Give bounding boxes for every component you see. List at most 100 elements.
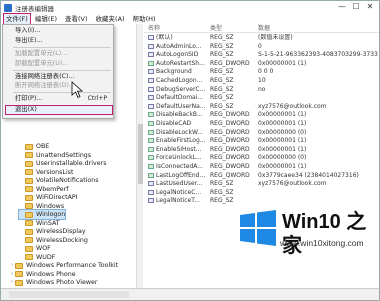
column-header-type[interactable]: 类型 (210, 24, 222, 33)
value-row[interactable]: DisableLockW... REG_DWORD 0x00000000 (0) (144, 129, 379, 138)
menu-separator (13, 92, 111, 93)
window-title: 注册表编辑器 (15, 4, 54, 13)
string-value-icon (148, 181, 154, 187)
menu-favorites[interactable]: 收藏夹(A) (92, 14, 129, 24)
value-row[interactable]: LegalNoticeT... REG_SZ (144, 197, 379, 206)
value-name-cell: DisableCAD (148, 120, 208, 129)
value-type: REG_SZ (210, 51, 234, 59)
value-data: 0x00000001 (1) (258, 120, 307, 127)
menu-view[interactable]: 查看(V) (61, 14, 92, 24)
value-name-cell: LegalNoticeT... (148, 197, 208, 206)
binary-value-icon (148, 146, 154, 152)
value-data: 10 (258, 77, 266, 84)
value-name: DefaultUserNa... (156, 102, 206, 110)
watermark: Win10 之家 www.win10xitong.com (238, 206, 378, 276)
value-row[interactable]: DebugServerC... REG_SZ no (144, 86, 379, 95)
file-menu-dropdown: 导入(I)... 导出(E)... 加载配置单元(L)... 卸载配置单元(U)… (2, 24, 114, 119)
value-type: REG_SZ (210, 180, 234, 188)
menu-item-exit[interactable]: 退出(X) (5, 105, 113, 115)
value-type: REG_SZ (210, 85, 234, 93)
menu-help[interactable]: 帮助(H) (129, 14, 160, 24)
folder-icon (25, 228, 33, 235)
string-value-icon (148, 198, 154, 204)
value-row[interactable]: IsConnectedA... REG_DWORD 0x00000001 (1) (144, 163, 379, 172)
value-name: ForceUnlockL... (156, 154, 202, 162)
value-name: DefaultDomai... (156, 94, 204, 102)
value-row[interactable]: CachedLogon... REG_SZ 10 (144, 77, 379, 86)
close-button[interactable]: ✕ (363, 2, 377, 12)
value-row[interactable]: EnableSIHost... REG_DWORD 0x00000001 (1) (144, 146, 379, 155)
folder-icon (25, 254, 33, 260)
value-name-cell: LastUsedUser... (148, 180, 208, 189)
string-value-icon (148, 103, 154, 109)
value-name-cell: EnableSIHost... (148, 146, 208, 155)
menu-item-print[interactable]: 打印(P)... (15, 95, 42, 103)
tree-vertical-scrollbar[interactable] (136, 24, 143, 288)
value-row[interactable]: AutoAdminLo... REG_SZ 0 (144, 43, 379, 52)
windows-logo-icon (240, 210, 276, 246)
value-name: Background (156, 68, 192, 76)
value-row[interactable]: DefaultUserNa... REG_SZ xyz7576@outlook.co… (144, 103, 379, 112)
value-name: LastUsedUser... (156, 180, 203, 188)
value-name: AutoRestartSh... (156, 59, 205, 67)
folder-icon (15, 271, 23, 277)
value-row[interactable]: DisableCAD REG_DWORD 0x00000001 (1) (144, 120, 379, 129)
binary-value-icon (148, 138, 154, 144)
value-type: REG_DWORD (210, 120, 250, 127)
value-row[interactable]: AutoLogonSID REG_SZ S-1-5-21-963362393-408… (144, 51, 379, 60)
value-name-cell: DefaultUserNa... (148, 103, 208, 112)
value-name-cell: CachedLogon... (148, 77, 208, 86)
value-name-cell: ForceUnlockL... (148, 154, 208, 163)
menu-item-export[interactable]: 导出(E)... (15, 37, 43, 45)
value-name-cell: AutoLogonSID (148, 51, 208, 60)
folder-icon (25, 143, 33, 150)
value-type: REG_SZ (210, 188, 234, 196)
column-header-data[interactable]: 数据 (258, 24, 270, 33)
value-type: REG_SZ (210, 77, 234, 84)
menu-item-import[interactable]: 导入(I)... (15, 27, 40, 35)
value-data: (数值未设置) (258, 34, 293, 41)
value-type: REG_DWORD (210, 145, 250, 153)
value-type: REG_SZ (210, 94, 234, 102)
watermark-brand: Win10 之家 (282, 211, 367, 257)
menu-item-connect-network-registry[interactable]: 连接网络注册表(C)... (15, 73, 74, 81)
value-type: REG_QWORD (210, 171, 250, 179)
binary-value-icon (148, 155, 154, 161)
column-header-name[interactable]: 名称 (148, 24, 160, 33)
string-value-icon (148, 78, 154, 83)
value-row[interactable]: DisableBackB... REG_DWORD 0x00000001 (1) (144, 111, 379, 120)
value-name: AutoAdminLo... (156, 42, 202, 50)
value-row[interactable]: EnableFirstLog... REG_DWORD 0x00000001 (1) (144, 137, 379, 146)
string-value-icon (148, 189, 154, 195)
binary-value-icon (148, 60, 154, 66)
menu-item-disconnect-network-registry[interactable]: 断开网络注册表(D)... (15, 82, 75, 90)
value-row[interactable]: Background REG_SZ 0 0 0 (144, 68, 379, 77)
scrollbar-thumb[interactable] (138, 124, 143, 184)
value-row[interactable]: ForceUnlockL... REG_DWORD 0x00000000 (0) (144, 154, 379, 163)
menu-item-unload-hive[interactable]: 卸载配置单元(U)... (15, 60, 68, 68)
value-type: REG_SZ (210, 42, 234, 50)
maximize-button[interactable]: ☐ (349, 2, 363, 12)
string-value-icon (148, 43, 154, 49)
value-name-cell: AutoRestartSh... (148, 60, 208, 69)
value-name-cell: LegalNoticeC... (148, 189, 208, 198)
string-value-icon (148, 35, 154, 40)
value-data: S-1-5-21-963362393-4083703299-3733953804… (258, 51, 378, 59)
binary-value-icon (148, 164, 154, 169)
value-row[interactable]: (默认) REG_SZ (数值未设置) (144, 34, 379, 43)
folder-icon (25, 245, 33, 252)
value-row[interactable]: DefaultDomai... REG_SZ (144, 94, 379, 103)
menu-item-load-hive[interactable]: 加载配置单元(L)... (15, 50, 67, 58)
value-row[interactable]: LastUsedUser... REG_SZ xyz7576@outlook.com (144, 180, 379, 189)
value-row[interactable]: LastLogOffEnd... REG_QWORD 0x3779caee34 (2… (144, 172, 379, 181)
value-type: REG_SZ (210, 102, 234, 110)
value-name: (默认) (156, 34, 173, 41)
value-row[interactable]: AutoRestartSh... REG_DWORD 0x00000001 (1) (144, 60, 379, 69)
watermark-url: www.win10xitong.com (280, 238, 364, 248)
menu-edit[interactable]: 编辑(E) (31, 14, 61, 24)
minimize-button[interactable]: — (335, 2, 349, 12)
string-value-icon (148, 52, 154, 58)
tree-horizontal-scrollbar[interactable] (9, 291, 129, 298)
value-row[interactable]: LegalNoticeC... REG_SZ (144, 189, 379, 198)
value-data: 0 0 0 (258, 68, 274, 76)
